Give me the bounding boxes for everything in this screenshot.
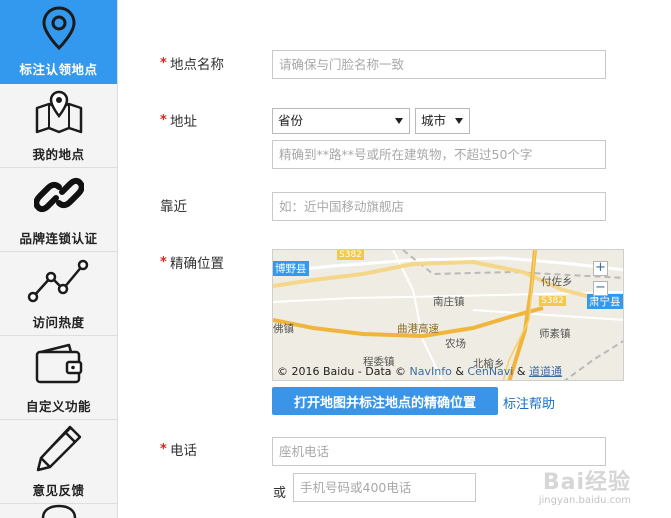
sidebar-item-label: 标注认领地点: [19, 62, 98, 77]
watermark-url: jingyan.baidu.com: [538, 495, 631, 506]
sidebar-item-label: 访问热度: [32, 315, 85, 330]
map-label: 曲港高速: [397, 323, 439, 335]
city-select[interactable]: 城市: [415, 108, 470, 134]
map-label: 博野县: [273, 261, 309, 276]
sidebar: 标注认领地点 我的地点 品牌连锁认证 访问热度 自定义功能 意见反馈: [0, 0, 118, 518]
or-label: 或: [273, 486, 287, 501]
copyright-amp: &: [455, 365, 464, 378]
required-mark: *: [160, 255, 167, 270]
chain-link-icon: [33, 177, 84, 213]
sidebar-item-label: 意见反馈: [32, 483, 85, 498]
place-name-input[interactable]: [272, 50, 606, 79]
line-trend-icon: [27, 259, 88, 303]
sidebar-item-brand-chain[interactable]: 品牌连锁认证: [0, 168, 117, 252]
map-label: 佛镇: [273, 323, 294, 335]
required-mark: *: [160, 442, 167, 457]
sidebar-item-feedback[interactable]: 意见反馈: [0, 420, 117, 504]
partial-circle-icon: [41, 504, 77, 518]
address-detail-input[interactable]: [272, 140, 606, 169]
zoom-out-button[interactable]: −: [593, 281, 608, 296]
map-label: 南庄镇: [433, 296, 465, 308]
location-pin-icon: [41, 6, 76, 51]
city-select-value: 城市: [421, 113, 447, 128]
navinfo-link[interactable]: NavInfo: [410, 365, 452, 378]
zoom-in-button[interactable]: +: [593, 261, 608, 276]
map-label: S382: [539, 296, 566, 306]
map-label: 付佐乡: [541, 276, 573, 288]
caret-down-icon: [395, 118, 403, 124]
map-label: 肃宁县: [587, 294, 623, 309]
map-label: S382: [337, 250, 364, 260]
sidebar-item-mark-place[interactable]: 标注认领地点: [0, 0, 117, 84]
mark-help-link[interactable]: 标注帮助: [503, 393, 555, 412]
sidebar-item-label: 自定义功能: [25, 399, 91, 414]
province-select[interactable]: 省份: [272, 108, 410, 134]
open-map-button[interactable]: 打开地图并标注地点的精确位置: [272, 387, 498, 415]
required-mark: *: [160, 113, 167, 128]
map-copyright: © 2016 Baidu - Data © NavInfo & CenNavi …: [277, 363, 562, 379]
position-label: 精确位置: [170, 256, 224, 272]
daodaotong-link[interactable]: 道道通: [529, 365, 562, 378]
wallet-icon: [35, 343, 82, 384]
province-select-value: 省份: [278, 113, 304, 128]
sidebar-item-visit-heat[interactable]: 访问热度: [0, 252, 117, 336]
map-roads-graphic: [273, 250, 623, 380]
sidebar-item-my-places[interactable]: 我的地点: [0, 84, 117, 168]
nearby-input[interactable]: [272, 192, 606, 221]
sidebar-item-custom-features[interactable]: 自定义功能: [0, 336, 117, 420]
copyright-amp: &: [516, 365, 526, 378]
sidebar-item-label: 品牌连锁认证: [19, 231, 98, 246]
pencil-icon: [36, 425, 81, 472]
map-label: 师素镇: [539, 328, 571, 340]
cennavi-link[interactable]: CenNavi: [467, 365, 513, 378]
map-label: 农场: [445, 338, 466, 350]
copyright-prefix: © 2016 Baidu - Data ©: [277, 365, 407, 378]
phone-label: 电话: [170, 443, 197, 459]
required-mark: *: [160, 56, 167, 71]
place-name-label: 地点名称: [170, 57, 224, 73]
caret-down-icon: [455, 118, 463, 124]
mobile-input[interactable]: [293, 473, 476, 502]
app-root: 标注认领地点 我的地点 品牌连锁认证 访问热度 自定义功能 意见反馈 * 地点名…: [0, 0, 671, 518]
map-fold-icon: [35, 90, 82, 134]
address-label: 地址: [170, 114, 197, 130]
landline-input[interactable]: [272, 437, 606, 466]
map-view[interactable]: 博野县 S382 S382 付佐乡 肃宁县 南庄镇 曲港高速 师素镇 农场 北榆…: [272, 249, 624, 381]
sidebar-item-label: 我的地点: [32, 147, 85, 162]
watermark-brand: Bai经验: [542, 470, 631, 495]
nearby-label: 靠近: [160, 199, 187, 215]
